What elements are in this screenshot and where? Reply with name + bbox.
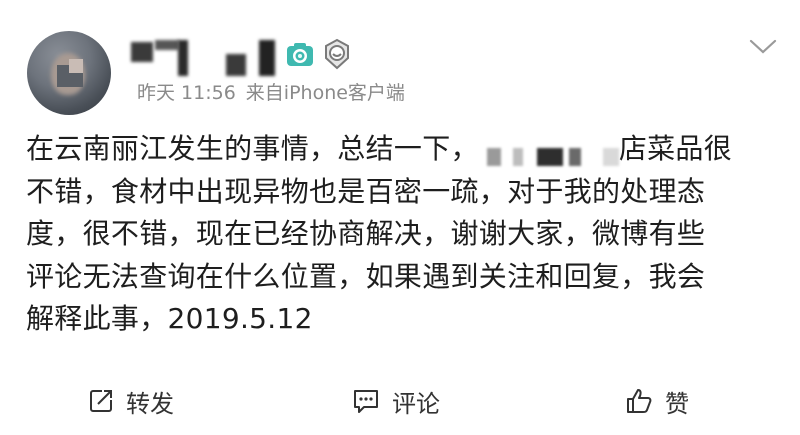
repost-label: 转发: [126, 389, 174, 418]
avatar-pixelation: [69, 59, 83, 73]
comment-button[interactable]: 评论: [352, 376, 440, 426]
chevron-down-icon[interactable]: [748, 36, 778, 58]
like-label: 赞: [665, 389, 689, 418]
avatar[interactable]: [27, 31, 111, 115]
comment-label: 评论: [392, 389, 440, 418]
action-bar: 转发 评论 赞: [0, 376, 800, 426]
camera-icon: [285, 40, 315, 70]
post-content: 在云南丽江发生的事情，总结一下， 店菜品很 不错，食材中出现异物也是百密一疏，对于…: [26, 128, 786, 341]
member-badge-icon: [322, 38, 352, 70]
repost-button[interactable]: 转发: [88, 376, 174, 426]
post-source[interactable]: 来自iPhone客户端: [246, 82, 405, 104]
post-meta: 昨天 11:56 来自iPhone客户端: [137, 78, 405, 105]
comment-icon: [354, 390, 378, 413]
repost-icon: [90, 390, 112, 412]
post-line: 解释此事，2019.5.12: [26, 302, 313, 335]
post-line: 评论无法查询在什么位置，如果遇到关注和回复，我会: [26, 259, 706, 293]
redacted-shop-name: [479, 135, 619, 166]
thumbs-up-icon: [627, 389, 652, 413]
post-line: 度，很不错，现在已经协商解决，谢谢大家，微博有些: [26, 217, 706, 250]
post-time: 昨天 11:56: [137, 82, 236, 104]
like-button[interactable]: 赞: [625, 376, 689, 426]
post-line: 不错，食材中出现异物也是百密一疏，对于我的处理态: [26, 174, 706, 208]
post-line: 在云南丽江发生的事情，总结一下， 店菜品很: [26, 132, 733, 166]
